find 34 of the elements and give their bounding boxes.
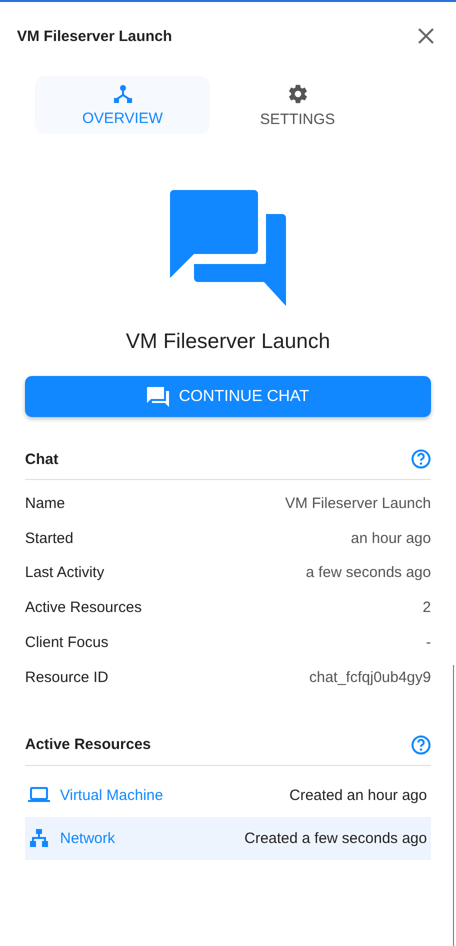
panel-title: VM Fileserver Launch [17, 28, 172, 44]
continue-chat-button[interactable]: CONTINUE CHAT [25, 376, 431, 417]
field-value: a few seconds ago [306, 564, 431, 582]
field-label: Active Resources [25, 599, 142, 616]
field-label: Name [25, 494, 66, 512]
resource-row[interactable]: Virtual Machine Created an hour ago [25, 774, 431, 817]
field-label: Client Focus [25, 634, 108, 652]
resource-link[interactable]: Network [60, 830, 116, 847]
close-icon[interactable] [418, 28, 434, 44]
chat-title: VM Fileserver Launch [126, 330, 330, 354]
field-value: chat_fcfqj0ub4gy9 [309, 668, 431, 686]
field-label: Last Activity [25, 564, 104, 582]
field-value: an hour ago [350, 530, 431, 547]
field-value: 2 [422, 599, 431, 616]
field-value: VM Fileserver Launch [285, 494, 431, 512]
chat-icon [146, 386, 169, 406]
tab[interactable]: OVERVIEW [35, 76, 210, 134]
help-icon[interactable] [411, 449, 431, 469]
field-value: - [426, 634, 431, 652]
section-heading: Chat [25, 450, 58, 468]
created-time: Created an hour ago [289, 786, 427, 804]
tree-icon [112, 84, 132, 104]
tab[interactable]: SETTINGS [210, 76, 385, 134]
network-icon [28, 829, 50, 848]
laptop-icon [28, 787, 50, 804]
help-icon[interactable] [411, 734, 431, 755]
section-heading: Active Resources [25, 736, 151, 754]
chat-bubbles-icon [170, 190, 288, 308]
created-time: Created a few seconds ago [244, 830, 427, 847]
resource-link[interactable]: Virtual Machine [60, 786, 164, 804]
field-label: Started [25, 530, 74, 547]
field-label: Resource ID [25, 668, 108, 686]
resource-row[interactable]: Network Created a few seconds ago [25, 816, 431, 860]
settings-icon [286, 82, 308, 104]
